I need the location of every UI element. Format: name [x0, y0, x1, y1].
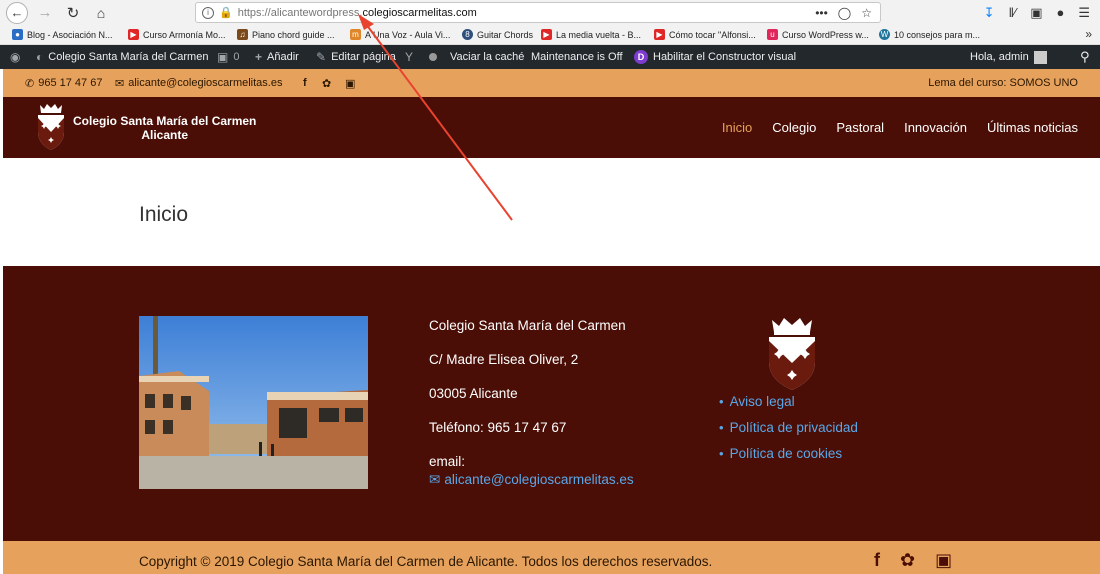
facebook-icon[interactable]: f	[874, 550, 880, 571]
nav-item-colegio[interactable]: Colegio	[772, 120, 816, 135]
forward-arrow-icon[interactable]: →	[34, 2, 56, 24]
account-link[interactable]: Hola, admin	[970, 50, 1047, 64]
home-icon[interactable]: ⌂	[90, 2, 112, 24]
contact-topbar: ✆ 965 17 47 67 ✉ alicante@colegioscarmel…	[3, 69, 1100, 97]
crest-logo-icon	[769, 318, 815, 390]
youtube-icon: ▶	[128, 29, 139, 40]
lock-icon: 🔒	[219, 7, 233, 19]
copyright-bar: Copyright © 2019 Colegio Santa María del…	[3, 541, 1100, 574]
wp-admin-bar: ◉ ◐ Colegio Santa María del Carmen ▣ 0 +…	[0, 45, 1100, 69]
link-politica-privacidad[interactable]: Política de privacidad	[719, 420, 858, 435]
info-icon[interactable]: i	[202, 6, 214, 19]
bookmark-item[interactable]: ▶ La media vuelta - B...	[541, 29, 641, 40]
download-icon[interactable]: ↧	[984, 5, 995, 21]
pencil-icon: ✎	[316, 50, 327, 64]
youtube-icon: ▶	[541, 29, 552, 40]
moodle-icon: m	[350, 29, 361, 40]
comments-link[interactable]: ▣ 0	[217, 50, 239, 64]
edit-page-link[interactable]: ✎ Editar página	[316, 50, 396, 64]
guitar-icon: 8	[462, 29, 473, 40]
wordpress-logo-icon[interactable]: ◉	[10, 50, 20, 64]
page-content: Inicio	[3, 158, 1100, 266]
footer-address: C/ Madre Elisea Oliver, 2	[429, 352, 579, 367]
library-icon[interactable]: ‖⁄	[1009, 5, 1017, 20]
bookmark-item[interactable]: u Curso WordPress w...	[767, 29, 869, 40]
maintenance-link[interactable]: Maintenance is Off	[531, 51, 623, 63]
bookmarks-bar: ● Blog - Asociación N... ▶ Curso Armonía…	[0, 25, 1100, 45]
plus-icon: +	[255, 50, 263, 64]
dashboard-icon: ◐	[36, 50, 44, 64]
udemy-icon: u	[767, 29, 778, 40]
link-politica-cookies[interactable]: Política de cookies	[719, 446, 858, 461]
url-subdomain: alicantewordpress.	[270, 6, 363, 19]
yoast-icon[interactable]: Y	[405, 50, 413, 64]
url-domain: colegioscarmelitas.com	[362, 6, 477, 19]
bookmark-item[interactable]: ♫ Piano chord guide ...	[237, 29, 335, 40]
asociacion-icon: ●	[12, 29, 23, 40]
pocket-icon[interactable]: ◯	[838, 6, 851, 20]
bookmark-item[interactable]: ▶ Cómo tocar "Alfonsi...	[654, 29, 756, 40]
sidebar-icon[interactable]: ▣	[1030, 5, 1042, 21]
nav-item-inicio[interactable]: Inicio	[722, 120, 752, 135]
youtube-icon: ▶	[654, 29, 665, 40]
footer-email-label: email:	[429, 454, 466, 469]
phone-icon: ✆	[25, 77, 35, 90]
school-building-image	[139, 316, 368, 489]
link-aviso-legal[interactable]: Aviso legal	[719, 394, 858, 409]
page-actions-icon[interactable]: •••	[815, 6, 828, 20]
url-bar[interactable]: i 🔒 https:// alicantewordpress. colegios…	[195, 2, 881, 23]
piano-icon: ♫	[237, 29, 248, 40]
facebook-icon[interactable]: f	[303, 77, 307, 89]
clear-cache-link[interactable]: Vaciar la caché	[450, 51, 524, 63]
phone-link[interactable]: ✆ 965 17 47 67	[25, 77, 102, 90]
bookmark-item[interactable]: m A Una Voz - Aula Vi...	[350, 29, 450, 40]
nav-item-innovacion[interactable]: Innovación	[904, 120, 967, 135]
footer-social-links: f ✿ ▣	[874, 550, 952, 571]
admin-site-link[interactable]: ◐ Colegio Santa María del Carmen	[36, 50, 208, 64]
footer-contact-info: Colegio Santa María del Carmen C/ Madre …	[429, 317, 634, 505]
main-navigation: Inicio Colegio Pastoral Innovación Últim…	[722, 120, 1078, 135]
extension-icon[interactable]: ●	[1056, 5, 1064, 20]
divi-builder-link[interactable]: D Habilitar el Constructor visual	[634, 50, 796, 64]
footer-school-name: Colegio Santa María del Carmen	[429, 318, 626, 333]
email-link[interactable]: ✉ alicante@colegioscarmelitas.es	[115, 77, 282, 90]
back-arrow-icon[interactable]: ←	[6, 1, 28, 24]
site-name[interactable]: Colegio Santa María del Carmen Alicante	[73, 114, 256, 142]
copyright-text: Copyright © 2019 Colegio Santa María del…	[139, 554, 713, 569]
instagram-icon[interactable]: ▣	[345, 77, 355, 90]
search-icon[interactable]: ⚲	[1080, 49, 1090, 65]
bookmark-item[interactable]: ● Blog - Asociación N...	[12, 29, 113, 40]
browser-toolbar: ← → ↻ ⌂ i 🔒 https:// alicantewordpress. …	[0, 0, 1100, 25]
nav-item-pastoral[interactable]: Pastoral	[836, 120, 884, 135]
nav-item-ultimas-noticias[interactable]: Últimas noticias	[987, 120, 1078, 135]
url-scheme: https://	[237, 6, 271, 19]
bookmark-star-icon[interactable]: ☆	[861, 6, 872, 20]
envelope-icon: ✉	[429, 472, 441, 487]
page-title: Inicio	[139, 203, 189, 226]
footer-city: 03005 Alicante	[429, 386, 518, 401]
comment-icon: ▣	[217, 50, 229, 64]
reload-icon[interactable]: ↻	[62, 2, 84, 24]
wordpress-icon: W	[879, 29, 890, 40]
footer-legal-links: Aviso legal Política de privacidad Polít…	[719, 394, 858, 472]
status-dot-icon	[429, 53, 437, 61]
site-header: Colegio Santa María del Carmen Alicante …	[3, 97, 1100, 158]
twitter-icon[interactable]: ✿	[322, 77, 331, 90]
motto-text: Lema del curso: SOMOS UNO	[928, 77, 1078, 89]
add-new-link[interactable]: + Añadir	[255, 50, 299, 64]
bookmark-item[interactable]: ▶ Curso Armonía Mo...	[128, 29, 226, 40]
bookmark-item[interactable]: W 10 consejos para m...	[879, 29, 980, 40]
envelope-icon: ✉	[115, 77, 125, 90]
divi-icon: D	[634, 50, 648, 64]
footer-phone: Teléfono: 965 17 47 67	[429, 420, 567, 435]
avatar	[1033, 50, 1047, 64]
bookmark-item[interactable]: 8 Guitar Chords	[462, 29, 533, 40]
footer-email-link[interactable]: ✉ alicante@colegioscarmelitas.es	[429, 471, 634, 488]
chevron-right-icon[interactable]: »	[1085, 27, 1092, 41]
crest-logo-icon[interactable]	[36, 102, 66, 152]
instagram-icon[interactable]: ▣	[935, 550, 952, 571]
twitter-icon[interactable]: ✿	[900, 550, 915, 571]
site-footer: Colegio Santa María del Carmen C/ Madre …	[3, 266, 1100, 541]
menu-icon[interactable]: ☰	[1078, 5, 1090, 21]
